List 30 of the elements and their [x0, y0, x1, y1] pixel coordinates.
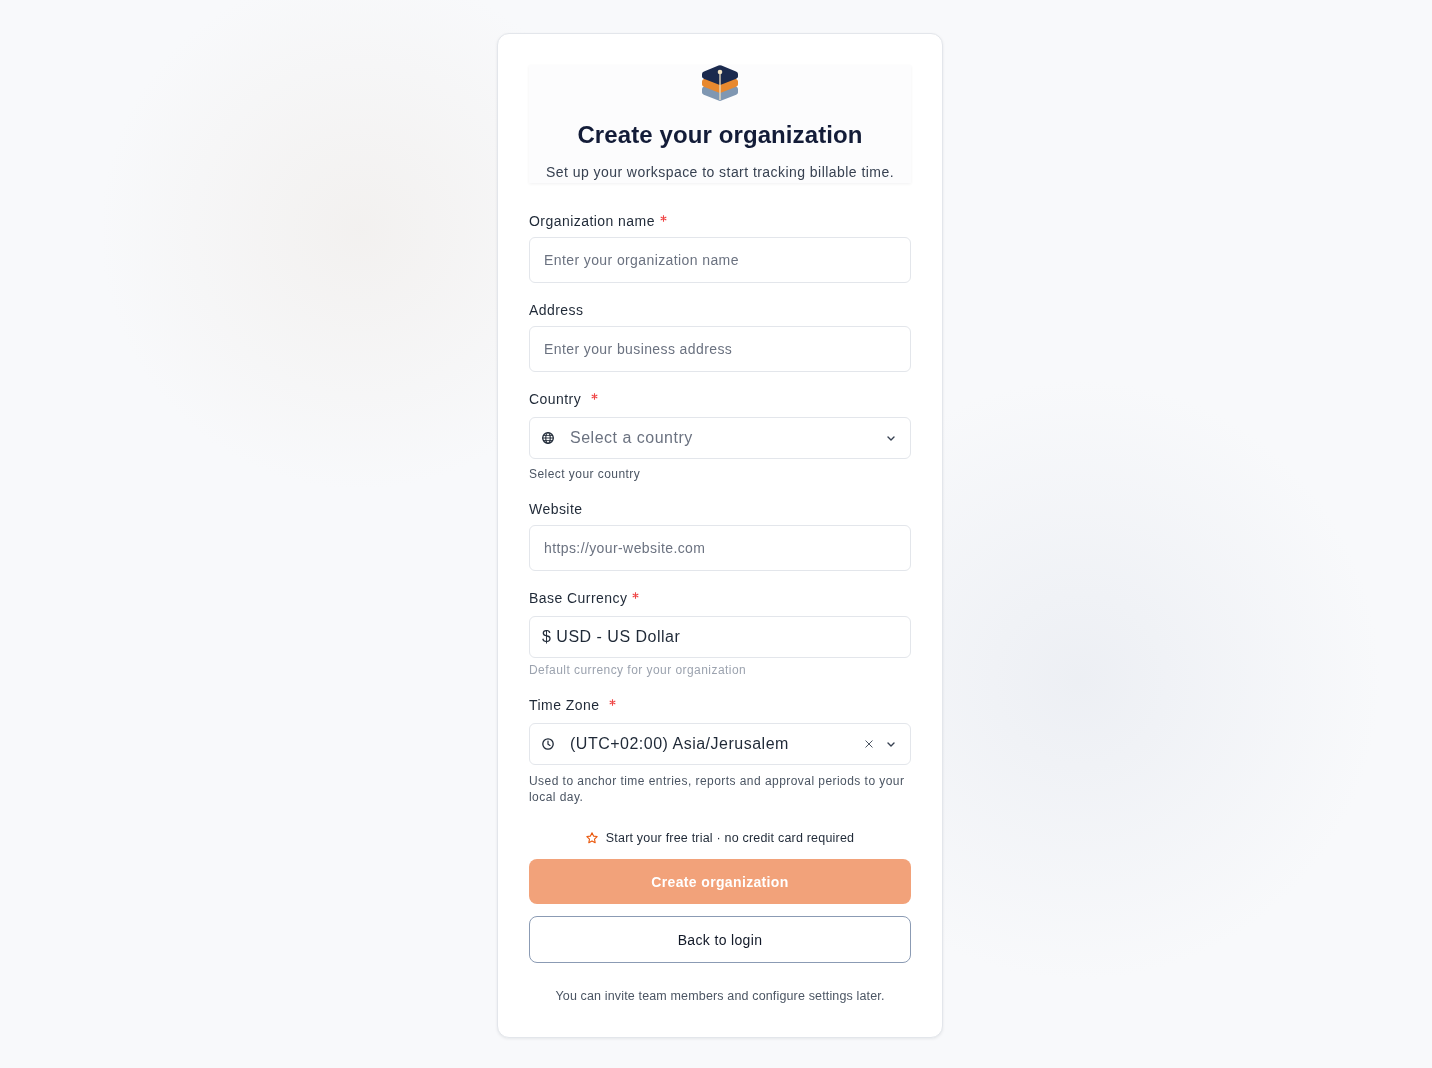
text-input[interactable]: https://your-website.com [529, 525, 911, 571]
secondary-button[interactable]: Back to login [529, 916, 911, 963]
field-label: Address [529, 301, 584, 320]
field-label: Organization name [529, 212, 655, 231]
field-hint: Default currency for your organization [529, 662, 748, 678]
footer-note: You can invite team members and configure settings later. [554, 988, 886, 1004]
select-placeholder: Select a country [570, 428, 693, 448]
field-label: Base Currency [529, 589, 628, 608]
field-hint: Select your country [529, 466, 642, 482]
field-label: Time Zone [529, 696, 600, 715]
text-input[interactable]: Enter your organization name [529, 237, 911, 283]
stacked-layers-logo-icon [702, 65, 738, 101]
chevron-down-icon[interactable] [887, 435, 895, 441]
select-value: (UTC+02:00) Asia/Jerusalem [570, 734, 789, 754]
page-subtitle: Set up your workspace to start tracking billable time. [546, 163, 894, 182]
field-label: Website [529, 500, 583, 519]
country-select[interactable]: Select a country [529, 417, 911, 459]
page-title: Create your organization [577, 120, 863, 150]
clock-icon [542, 738, 554, 750]
chevron-down-icon[interactable] [887, 741, 895, 747]
currency-select[interactable]: $ USD - US Dollar [529, 616, 911, 658]
select-value: $ USD - US Dollar [542, 627, 681, 647]
field-hint: Used to anchor time entries, reports and approval periods to your local day. [529, 773, 906, 805]
trial-note: Start your free trial · no credit card required [605, 830, 855, 846]
timezone-select[interactable]: (UTC+02:00) Asia/Jerusalem [529, 723, 911, 765]
star-icon [585, 832, 598, 844]
globe-icon [542, 432, 554, 444]
clear-icon[interactable] [865, 740, 873, 748]
text-input[interactable]: Enter your business address [529, 326, 911, 372]
field-label: Country [529, 390, 582, 409]
